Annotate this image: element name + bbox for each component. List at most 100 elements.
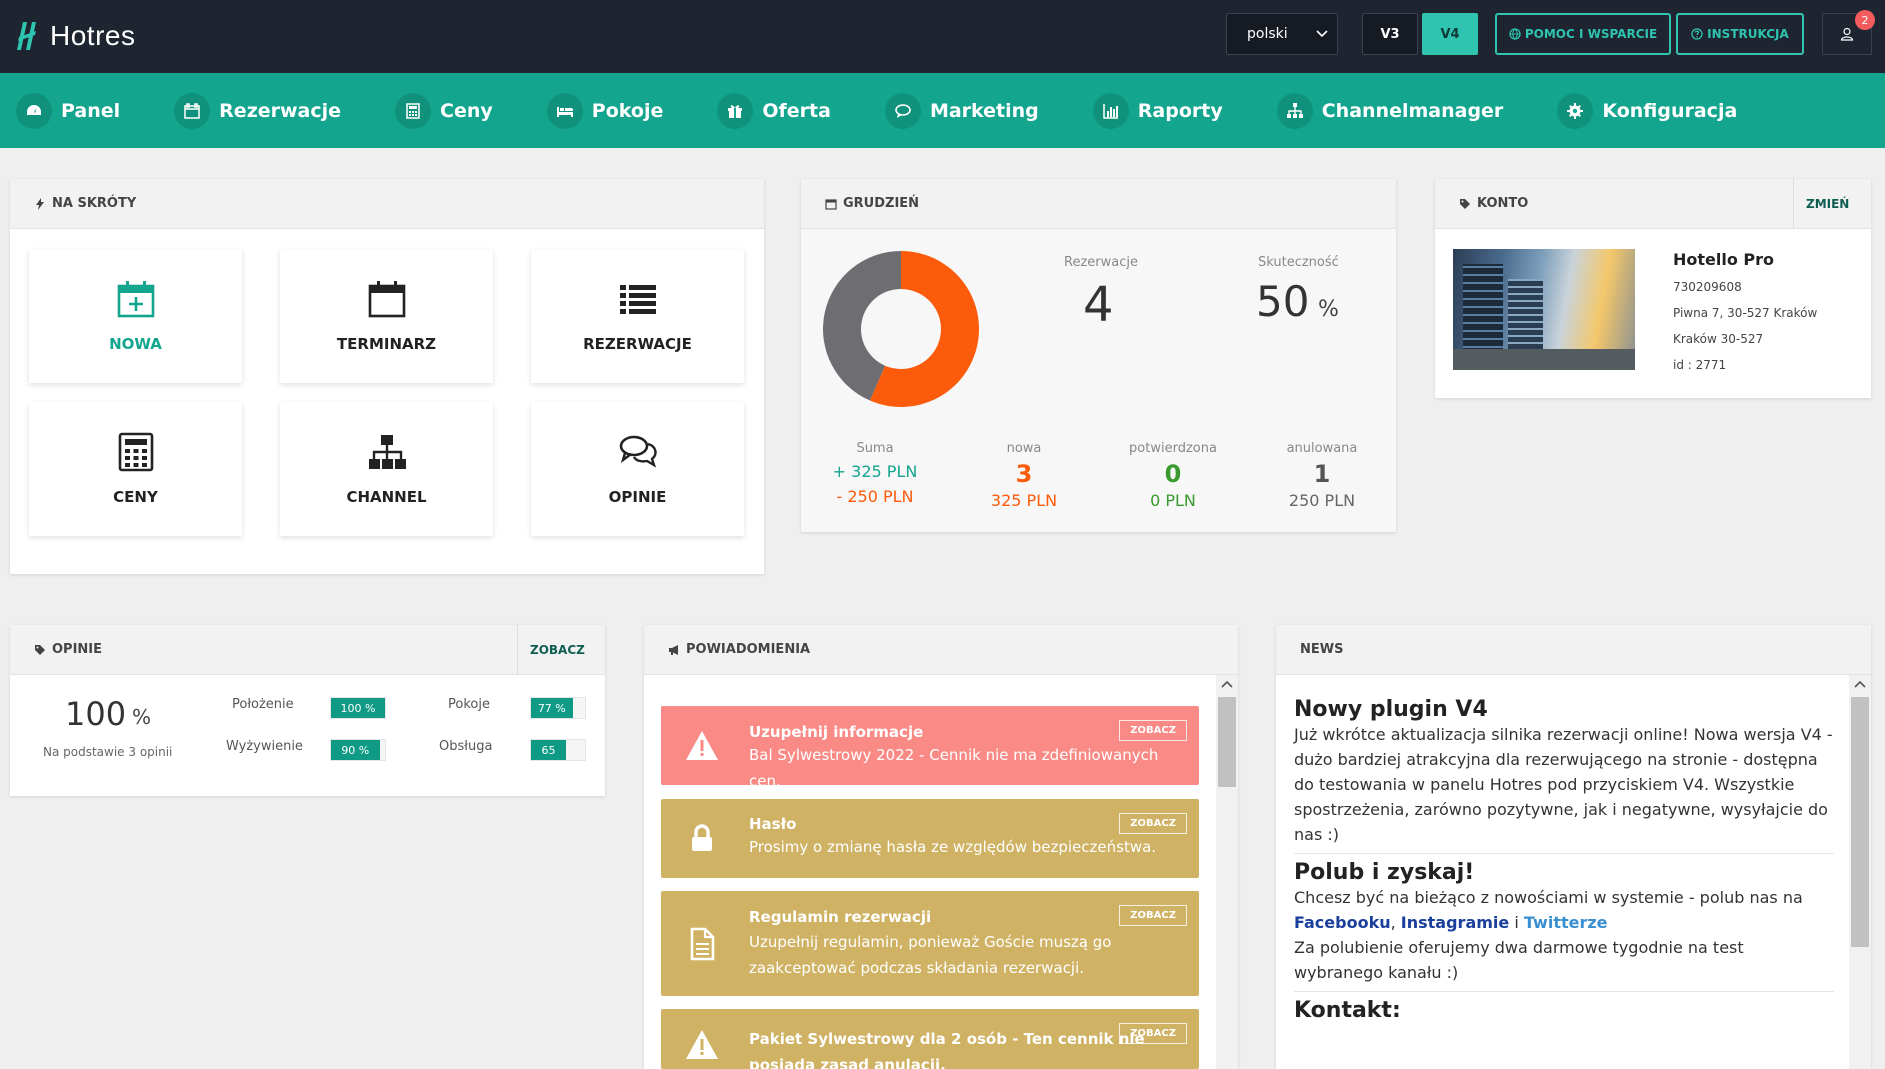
question-circle-icon [1691,28,1703,40]
review-bar-fill: 90 % [331,740,380,760]
notification-item[interactable]: Regulamin rezerwacji Uzupełnij regulamin… [661,891,1199,996]
notification-see-button[interactable]: ZOBACZ [1119,813,1187,834]
tags-icon [35,644,45,655]
reviews-see-link[interactable]: ZOBACZ [517,625,585,675]
panel-title: KONTO [1477,196,1529,211]
logo[interactable]: Hotres [14,14,135,58]
manual-button[interactable]: INSTRUKCJA [1676,13,1804,55]
review-bar-fill: 100 % [331,698,385,718]
shortcut-new-reservation[interactable]: NOWA [29,249,242,383]
notification-title: Hasło [749,815,797,833]
document-icon [690,927,715,960]
efficiency-value: 50 [1256,277,1310,326]
nav-item-channelmanager[interactable]: Channelmanager [1276,92,1503,129]
calculator-icon [118,432,153,472]
review-bar: 90 % [330,739,386,761]
change-account-link[interactable]: ZMIEŃ [1793,179,1849,229]
tile-label: NOWA [109,335,162,353]
instagram-link[interactable]: Instagramie [1401,913,1509,932]
gift-icon [717,92,754,129]
nav-item-pokoje[interactable]: Pokoje [546,92,663,129]
nav-item-raporty[interactable]: Raporty [1092,92,1223,129]
nav-item-oferta[interactable]: Oferta [717,92,831,129]
efficiency-label: Skuteczność [1258,255,1339,270]
notification-see-button[interactable]: ZOBACZ [1119,1023,1187,1044]
nav-item-rezerwacje[interactable]: Rezerwacje [174,92,341,129]
bed-icon [546,92,583,129]
panel-title: NEWS [1300,642,1344,657]
hotel-city: Kraków 30-527 [1673,332,1764,346]
shortcut-reservations[interactable]: REZERWACJE [531,249,744,383]
cancelled-label: anulowana [1286,441,1358,456]
panel-title: NA SKRÓTY [52,196,137,211]
notification-item[interactable]: Uzupełnij informacje Bal Sylwestrowy 202… [661,706,1199,790]
notification-item[interactable]: Hasło Prosimy o zmianę hasła ze względów… [661,799,1199,878]
nav-item-konfiguracja[interactable]: Konfiguracja [1557,92,1737,129]
language-value: polski [1247,26,1288,42]
panel-header: POWIADOMIENIA [644,625,1238,675]
divider [1294,853,1834,854]
twitter-link[interactable]: Twitterze [1524,913,1608,932]
scrollbar-thumb[interactable] [1218,697,1236,787]
panel-header: GRUDZIEŃ [801,179,1396,229]
sum-minus: - 250 PLN [836,487,914,506]
hotel-phone: 730209608 [1673,280,1742,294]
shortcut-channel[interactable]: CHANNEL [280,402,493,536]
warning-icon [686,730,718,760]
reservations-donut-chart [823,251,979,407]
comments-icon [619,435,657,468]
warning-icon [686,1030,718,1059]
tile-label: TERMINARZ [336,335,437,353]
lock-icon [692,823,712,851]
scrollbar-thumb[interactable] [1851,697,1869,947]
nav-item-ceny[interactable]: Ceny [395,92,493,129]
separator: , [1390,913,1396,932]
shortcut-reviews[interactable]: OPINIE [531,402,744,536]
notification-item[interactable]: Pakiet Sylwestrowy dla 2 osób - Ten cenn… [661,1009,1199,1069]
news-paragraph: Chcesz być na bieżąco z nowościami w sys… [1294,885,1834,935]
confirmed-amount: 0 PLN [1150,491,1196,510]
facebook-link[interactable]: Facebooku [1294,913,1391,932]
dashboard-icon [16,92,52,129]
conjunction: i [1514,913,1519,932]
bar-chart-icon [1092,92,1129,129]
shortcut-calendar[interactable]: TERMINARZ [280,249,493,383]
review-bar: 77 % [530,697,586,719]
notifications-scrollbar[interactable] [1216,675,1238,1069]
review-bar-fill: 65 [531,740,567,760]
notification-see-button[interactable]: ZOBACZ [1119,905,1187,926]
v3-button[interactable]: V3 [1362,13,1418,55]
language-select[interactable]: polski [1226,13,1338,55]
shortcut-prices[interactable]: CENY [29,402,242,536]
nav-label: Panel [61,99,121,122]
review-category-label: Wyżywienie [226,739,303,754]
hotel-address: Piwna 7, 30-527 Kraków [1673,306,1818,320]
user-icon [1840,27,1854,41]
notification-see-button[interactable]: ZOBACZ [1119,720,1187,741]
panel-title: OPINIE [52,642,103,657]
chevron-down-icon [1316,30,1328,38]
v4-button[interactable]: V4 [1422,13,1478,55]
divider [1294,991,1834,992]
calendar-icon [174,92,211,129]
help-support-button[interactable]: POMOC I WSPARCIE [1495,13,1671,55]
efficiency-unit: % [1318,297,1339,322]
gear-icon [1557,92,1594,129]
review-category-label: Pokoje [448,697,490,712]
manual-label: INSTRUKCJA [1707,27,1789,41]
nav-item-marketing[interactable]: Marketing [884,92,1039,129]
notification-body: Prosimy o zmianę hasła ze względów bezpi… [749,838,1157,856]
nav-item-panel[interactable]: Panel [16,92,121,129]
news-scrollbar[interactable] [1849,675,1871,1069]
notification-badge[interactable]: 2 [1855,10,1875,30]
notification-title: Uzupełnij informacje [749,723,924,741]
new-amount: 325 PLN [990,491,1058,510]
news-heading: Polub i zyskaj! [1294,860,1475,885]
calendar-plus-icon [117,281,154,318]
chevron-up-icon [1854,680,1866,688]
notification-body: Bal Sylwestrowy 2022 - Cennik nie ma zde… [749,746,1159,790]
app-name: Hotres [50,20,136,51]
sitemap-icon [1276,92,1313,129]
tile-label: REZERWACJE [583,335,692,353]
calculator-icon [395,92,432,129]
